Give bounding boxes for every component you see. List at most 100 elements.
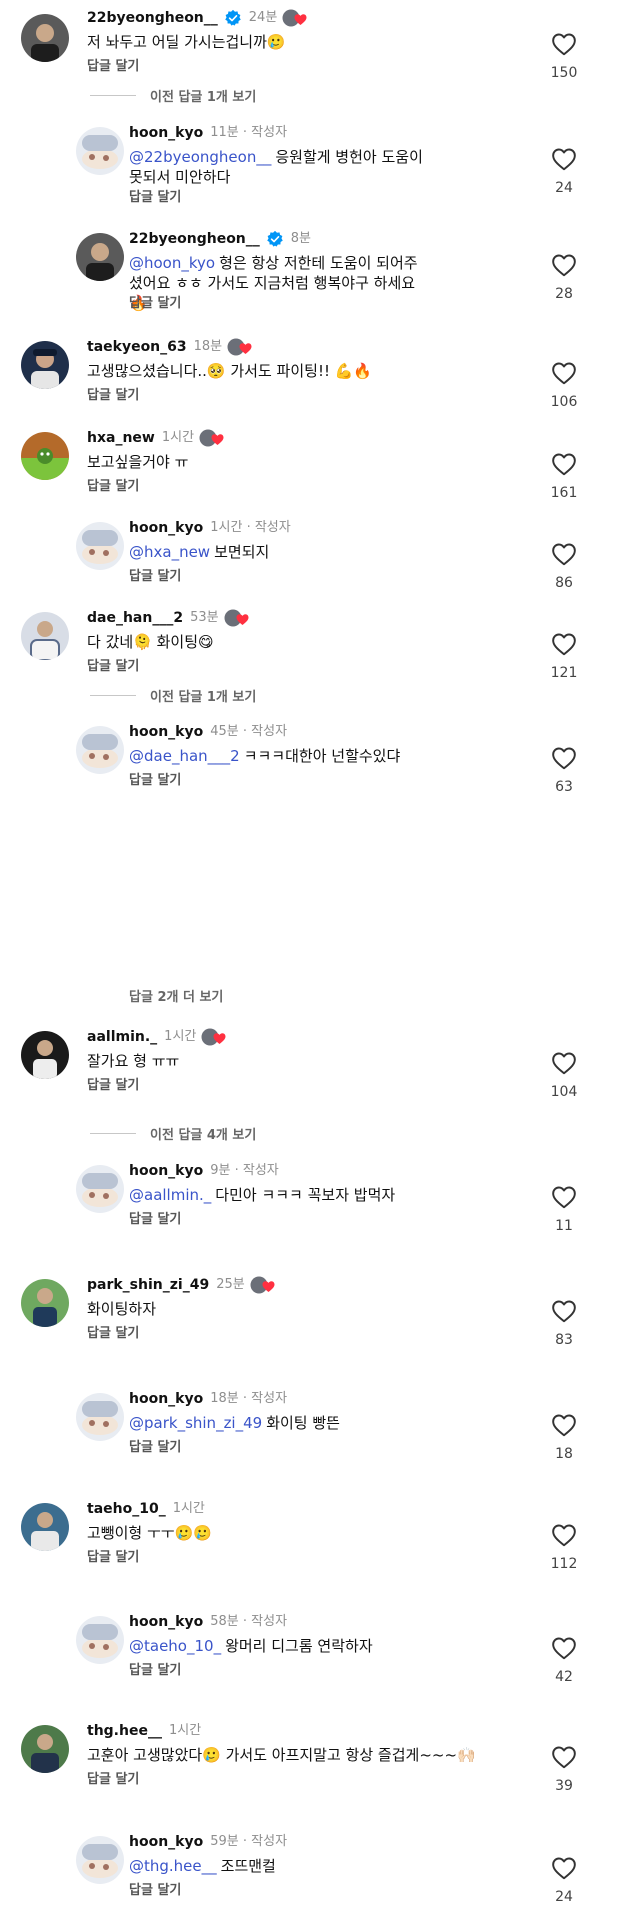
mention-link[interactable]: @22byeongheon__ [129,148,271,166]
heart-icon [551,1636,577,1660]
reply-item: hoon_kyo 45분 · 작성자 @dae_han___2 ㅋㅋㅋ대한아 넌할… [0,722,628,822]
like-button[interactable]: 24 [542,1856,586,1905]
avatar[interactable] [21,612,69,660]
avatar[interactable] [21,1279,69,1327]
comment-item: thg.hee__ 1시간 고훈아 고생많았다🥲 가서도 아프지말고 항상 즐겁… [0,1721,628,1821]
reply-button[interactable]: 답글 달기 [129,565,181,584]
like-button[interactable]: 39 [542,1745,586,1794]
like-button[interactable]: 11 [542,1185,586,1234]
comment-username[interactable]: hoon_kyo [129,518,203,538]
comment-username[interactable]: hoon_kyo [129,722,203,742]
avatar[interactable] [76,1393,124,1441]
like-button[interactable]: 24 [542,147,586,196]
avatar[interactable] [21,1031,69,1079]
view-previous-replies[interactable]: 이전 답글 1개 보기 [90,686,256,705]
view-more-replies[interactable]: 답글 2개 더 보기 [129,986,223,1005]
avatar[interactable] [21,1725,69,1773]
reply-item: hoon_kyo 1시간 · 작성자 @hxa_new 보면되지 답글 달기 86 [0,518,628,618]
comment-text: 보고싶을거야 ㅠ [87,453,189,471]
like-button[interactable]: 104 [542,1051,586,1100]
like-button[interactable]: 28 [542,253,586,302]
like-button[interactable]: 18 [542,1413,586,1462]
like-count: 150 [550,65,578,81]
mention-link[interactable]: @park_shin_zi_49 [129,1414,262,1432]
reply-button[interactable]: 답글 달기 [87,384,139,403]
verified-badge-icon [224,9,242,27]
like-count: 24 [555,180,573,196]
comment-username[interactable]: thg.hee__ [87,1721,162,1741]
reply-button[interactable]: 답글 달기 [129,1208,181,1227]
like-count: 11 [555,1218,573,1234]
comment-username[interactable]: dae_han___2 [87,608,183,628]
like-count: 18 [555,1446,573,1462]
mention-link[interactable]: @hoon_kyo [129,254,215,272]
comment-username[interactable]: taekyeon_63 [87,337,187,357]
comment-item: hxa_new 1시간 보고싶을거야 ㅠ 답글 달기 161 [0,428,628,528]
reply-button[interactable]: 답글 달기 [129,1879,181,1898]
comment-timestamp: 25분 [216,1277,245,1292]
heart-icon [551,542,577,566]
reply-button[interactable]: 답글 달기 [129,1436,181,1455]
comment-username[interactable]: hoon_kyo [129,1612,203,1632]
comment-username[interactable]: aallmin._ [87,1027,157,1047]
comment-username[interactable]: hoon_kyo [129,123,203,143]
comment-username[interactable]: park_shin_zi_49 [87,1275,209,1295]
avatar[interactable] [21,14,69,62]
mention-link[interactable]: @taeho_10_ [129,1637,221,1655]
comment-username[interactable]: hxa_new [87,428,155,448]
mention-link[interactable]: @hxa_new [129,543,210,561]
mention-link[interactable]: @dae_han___2 [129,747,240,765]
like-button[interactable]: 121 [542,632,586,681]
avatar[interactable] [76,1836,124,1884]
avatar[interactable] [76,1616,124,1664]
like-count: 86 [555,575,573,591]
view-previous-replies[interactable]: 이전 답글 4개 보기 [90,1124,256,1143]
reply-button[interactable]: 답글 달기 [129,186,181,205]
reply-button[interactable]: 답글 달기 [129,292,181,311]
comment-username[interactable]: taeho_10_ [87,1499,166,1519]
like-button[interactable]: 150 [542,32,586,81]
like-button[interactable]: 63 [542,746,586,795]
comment-username[interactable]: hoon_kyo [129,1389,203,1409]
comment-text: 다 갔네🫠 화이팅😋 [87,633,214,651]
reply-button[interactable]: 답글 달기 [87,55,139,74]
view-previous-replies[interactable]: 이전 답글 1개 보기 [90,86,256,105]
comment-timestamp: 45분 [210,724,239,739]
avatar[interactable] [21,1503,69,1551]
reply-button[interactable]: 답글 달기 [87,655,139,674]
avatar[interactable] [76,127,124,175]
like-button[interactable]: 112 [542,1523,586,1572]
comment-username[interactable]: 22byeongheon__ [129,229,260,249]
comment-username[interactable]: 22byeongheon__ [87,8,218,28]
like-button[interactable]: 83 [542,1299,586,1348]
like-button[interactable]: 161 [542,452,586,501]
reply-button[interactable]: 답글 달기 [87,1074,139,1093]
heart-icon [551,632,577,656]
reply-button[interactable]: 답글 달기 [87,1546,139,1565]
avatar[interactable] [21,341,69,389]
reply-button[interactable]: 답글 달기 [129,1659,181,1678]
reply-button[interactable]: 답글 달기 [87,1322,139,1341]
mention-link[interactable]: @aallmin._ [129,1186,211,1204]
avatar[interactable] [76,522,124,570]
like-button[interactable]: 86 [542,542,586,591]
reply-button[interactable]: 답글 달기 [129,769,181,788]
avatar[interactable] [76,726,124,774]
comment-timestamp: 58분 [210,1614,239,1629]
comment-text: @thg.hee__ 조뜨맨컬 [129,1857,276,1875]
heart-icon [551,1185,577,1209]
comment-username[interactable]: hoon_kyo [129,1161,203,1181]
heart-icon [551,361,577,385]
author-liked-badge-icon [282,9,308,27]
like-button[interactable]: 42 [542,1636,586,1685]
mention-link[interactable]: @thg.hee__ [129,1857,217,1875]
avatar[interactable] [76,233,124,281]
avatar[interactable] [21,432,69,480]
avatar[interactable] [76,1165,124,1213]
author-label: 작성자 [251,724,288,739]
comment-username[interactable]: hoon_kyo [129,1832,203,1852]
reply-button[interactable]: 답글 달기 [87,475,139,494]
like-button[interactable]: 106 [542,361,586,410]
reply-button[interactable]: 답글 달기 [87,1768,139,1787]
heart-icon [551,1413,577,1437]
